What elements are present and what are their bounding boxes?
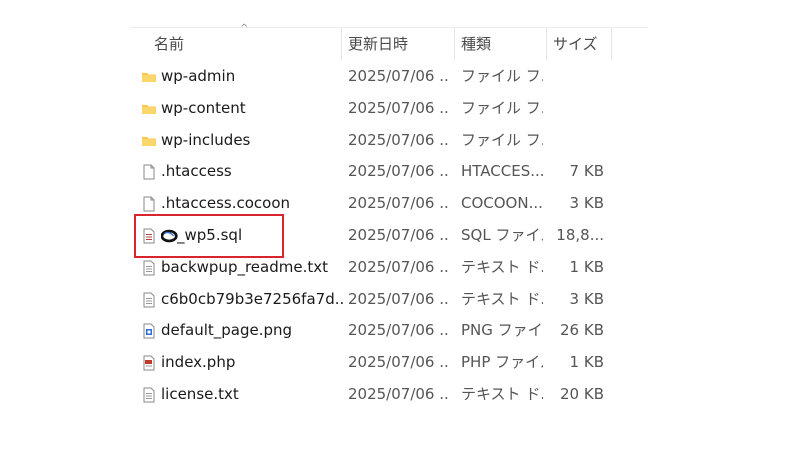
file-row-license-txt[interactable]: license.txt 2025/07/06 ... テキスト ド... 20 … (130, 379, 612, 411)
folder-icon (142, 104, 156, 114)
file-type: PNG ファイ... (461, 321, 543, 340)
image-file-icon (143, 323, 155, 339)
file-size: 1 KB (569, 257, 604, 276)
file-type: SQL ファイル (461, 225, 543, 244)
file-size: 3 KB (569, 289, 604, 308)
file-row-wp-content[interactable]: wp-content 2025/07/06 ... ファイル フ... (130, 93, 612, 125)
file-type: テキスト ド... (461, 257, 543, 276)
highlight-annotation-box (134, 214, 284, 258)
file-date: 2025/07/06 ... (348, 194, 448, 213)
blank-file-icon (143, 164, 155, 180)
file-type: テキスト ド... (461, 289, 543, 308)
folder-icon (142, 73, 156, 82)
file-date: 2025/07/06 ... (348, 98, 448, 117)
column-header-type[interactable]: 種類 (455, 28, 547, 60)
file-date: 2025/07/06 ... (348, 162, 448, 181)
file-name: index.php (161, 353, 236, 372)
file-type: ファイル フ... (461, 130, 543, 149)
file-size: 1 KB (569, 353, 604, 372)
file-explorer-window: ^ 名前 更新日時 種類 サイズ wp-admin 2025/07/06 ...… (0, 0, 800, 450)
file-name: default_page.png (161, 321, 293, 340)
sort-ascending-icon: ^ (240, 23, 249, 34)
file-date: 2025/07/06 ... (348, 67, 448, 85)
column-header-size-label: サイズ (553, 35, 598, 53)
column-header-size[interactable]: サイズ (547, 28, 612, 60)
file-date: 2025/07/06 ... (348, 225, 448, 244)
file-name: c6b0cb79b3e7256fa7d... (161, 289, 343, 308)
column-header-name-label: 名前 (154, 35, 185, 53)
column-header-type-label: 種類 (461, 35, 492, 53)
column-header-name[interactable]: ^ 名前 (130, 24, 342, 60)
file-row-c6b0cb[interactable]: c6b0cb79b3e7256fa7d... 2025/07/06 ... テキ… (130, 284, 612, 316)
file-type: ファイル フ... (461, 98, 543, 117)
file-size: 20 KB (560, 384, 604, 403)
folder-icon (142, 136, 156, 146)
file-size: 7 KB (569, 162, 604, 181)
file-name: wp-admin (161, 67, 236, 85)
column-header-date-label: 更新日時 (348, 35, 409, 53)
file-type: テキスト ド... (461, 384, 543, 403)
file-row-default-page-png[interactable]: default_page.png 2025/07/06 ... PNG ファイ.… (130, 315, 612, 347)
file-name: .htaccess (161, 162, 232, 181)
file-date: 2025/07/06 ... (348, 289, 448, 308)
file-size: 3 KB (569, 194, 604, 213)
file-name: license.txt (161, 384, 239, 403)
file-type: HTACCES... (461, 162, 543, 181)
column-header-row: ^ 名前 更新日時 種類 サイズ (130, 24, 612, 60)
file-type: ファイル フ... (461, 67, 543, 85)
file-name: wp-content (161, 98, 246, 117)
file-type: PHP ファイル (461, 353, 543, 372)
php-file-icon (143, 355, 155, 371)
text-file-icon (143, 387, 155, 403)
file-name: wp-includes (161, 130, 251, 149)
file-date: 2025/07/06 ... (348, 384, 448, 403)
file-row-wp-admin[interactable]: wp-admin 2025/07/06 ... ファイル フ... (130, 61, 612, 93)
file-row-index-php[interactable]: index.php 2025/07/06 ... PHP ファイル 1 KB (130, 347, 612, 379)
text-file-icon (143, 260, 155, 276)
column-header-date[interactable]: 更新日時 (342, 28, 455, 60)
file-date: 2025/07/06 ... (348, 130, 448, 149)
file-row-htaccess[interactable]: .htaccess 2025/07/06 ... HTACCES... 7 KB (130, 156, 612, 188)
blank-file-icon (143, 196, 155, 212)
file-date: 2025/07/06 ... (348, 353, 448, 372)
file-type: COCOON... (461, 194, 543, 213)
file-date: 2025/07/06 ... (348, 321, 448, 340)
file-size: 26 KB (560, 321, 604, 340)
file-row-wp-includes[interactable]: wp-includes 2025/07/06 ... ファイル フ... (130, 125, 612, 157)
file-size: 18,8... (556, 225, 604, 244)
text-file-icon (143, 292, 155, 308)
file-date: 2025/07/06 ... (348, 257, 448, 276)
